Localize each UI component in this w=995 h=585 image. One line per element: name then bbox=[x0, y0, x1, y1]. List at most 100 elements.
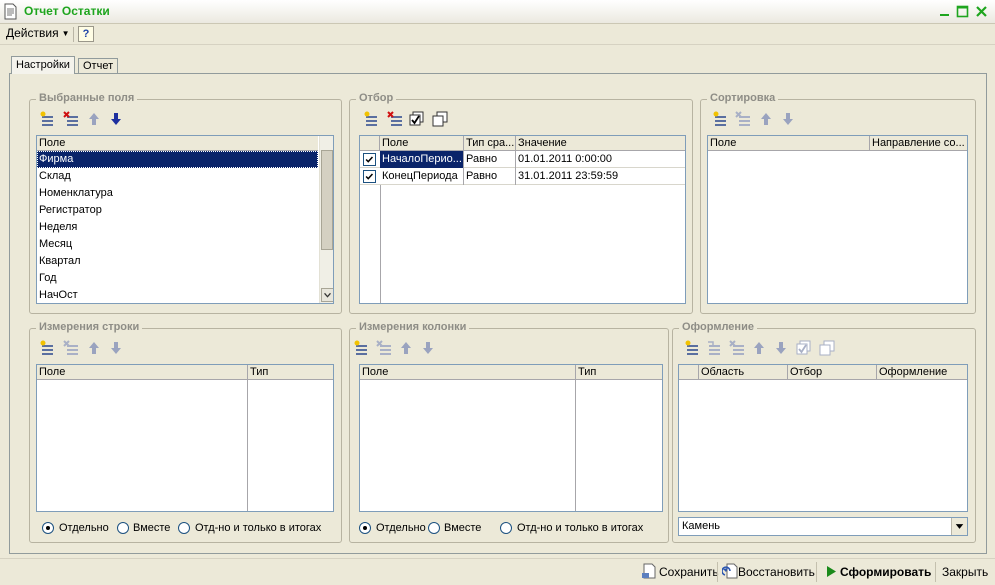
move-up-icon[interactable] bbox=[86, 340, 102, 356]
column-header-field: Поле bbox=[708, 136, 870, 151]
appearance-table[interactable]: Область Отбор Оформление bbox=[678, 364, 968, 512]
delete-filter-icon[interactable] bbox=[387, 111, 403, 127]
toolbar-separator bbox=[717, 562, 718, 582]
column-dimensions-header: Поле Тип bbox=[360, 365, 662, 380]
restore-button[interactable]: Восстановить bbox=[738, 565, 815, 579]
uncheck-all-icon[interactable] bbox=[432, 111, 448, 127]
table-row[interactable]: НачалоПерио... Равно 01.01.2011 0:00:00 bbox=[360, 151, 685, 168]
radio-together[interactable] bbox=[117, 522, 129, 534]
appearance-title: Оформление bbox=[679, 321, 757, 333]
scroll-down-icon[interactable] bbox=[321, 288, 334, 302]
move-down-icon[interactable] bbox=[773, 340, 789, 356]
check-all-icon[interactable] bbox=[409, 111, 425, 127]
list-item[interactable]: Месяц bbox=[37, 236, 318, 253]
dropdown-arrow-icon: ▼ bbox=[61, 29, 70, 38]
move-down-icon[interactable] bbox=[108, 340, 124, 356]
radio-totals-only-label: Отд-но и только в итогах bbox=[195, 522, 322, 534]
list-item[interactable]: Неделя bbox=[37, 219, 318, 236]
toolbar-separator bbox=[816, 562, 817, 582]
grid-divider bbox=[247, 380, 248, 511]
column-dimensions-table[interactable]: Поле Тип bbox=[359, 364, 663, 512]
delete-dimension-icon[interactable] bbox=[63, 340, 79, 356]
maximize-icon[interactable] bbox=[955, 4, 970, 19]
move-down-icon[interactable] bbox=[420, 340, 436, 356]
table-row[interactable]: КонецПериода Равно 31.01.2011 23:59:59 bbox=[360, 168, 685, 185]
delete-dimension-icon[interactable] bbox=[376, 340, 392, 356]
add-dimension-icon[interactable] bbox=[353, 340, 369, 356]
selected-fields-list[interactable]: Поле Фирма Склад Номенклатура Регистрато… bbox=[36, 135, 334, 304]
filter-field-cell[interactable]: НачалоПерио... bbox=[380, 151, 464, 168]
move-up-icon[interactable] bbox=[751, 340, 767, 356]
list-item[interactable]: НачОст bbox=[37, 287, 318, 303]
add-dimension-icon[interactable] bbox=[39, 340, 55, 356]
move-up-icon[interactable] bbox=[398, 340, 414, 356]
add-appearance-icon[interactable] bbox=[684, 340, 700, 356]
column-header-appearance: Оформление bbox=[879, 366, 948, 378]
menu-separator bbox=[73, 27, 74, 42]
sort-table[interactable]: Поле Направление со... bbox=[707, 135, 968, 304]
filter-header: Поле Тип сра... Значение bbox=[360, 136, 685, 151]
list-item[interactable]: Год bbox=[37, 270, 318, 287]
list-item[interactable]: Регистратор bbox=[37, 202, 318, 219]
filter-table[interactable]: Поле Тип сра... Значение НачалоПерио... … bbox=[359, 135, 686, 304]
move-down-icon[interactable] bbox=[780, 111, 796, 127]
delete-sort-icon[interactable] bbox=[735, 111, 751, 127]
toolbar-separator bbox=[935, 562, 936, 582]
tab-report[interactable]: Отчет bbox=[78, 58, 119, 73]
scrollbar-thumb[interactable] bbox=[321, 150, 333, 250]
radio-totals-only[interactable] bbox=[500, 522, 512, 534]
add-filter-icon[interactable] bbox=[363, 111, 379, 127]
generate-button[interactable]: Сформировать bbox=[840, 565, 931, 579]
add-field-icon[interactable] bbox=[39, 111, 55, 127]
column-header-area: Область bbox=[699, 365, 788, 380]
list-item[interactable]: Квартал bbox=[37, 253, 318, 270]
filter-value-cell[interactable]: 31.01.2011 23:59:59 bbox=[516, 168, 685, 185]
list-item[interactable]: Склад bbox=[37, 168, 318, 185]
actions-label: Действия bbox=[6, 26, 59, 40]
delete-appearance-icon[interactable] bbox=[729, 340, 745, 356]
list-item[interactable]: Номенклатура bbox=[37, 185, 318, 202]
close-button[interactable]: Закрыть bbox=[942, 565, 988, 579]
scrollbar[interactable] bbox=[319, 136, 334, 303]
radio-together[interactable] bbox=[428, 522, 440, 534]
window-title: Отчет Остатки bbox=[24, 4, 110, 18]
save-button[interactable]: Сохранить bbox=[659, 565, 719, 579]
radio-totals-only-label: Отд-но и только в итогах bbox=[517, 522, 644, 534]
checkbox-checked-icon[interactable] bbox=[363, 153, 376, 166]
radio-separately[interactable] bbox=[42, 522, 54, 534]
list-item[interactable]: Фирма bbox=[37, 151, 318, 168]
column-header-filter: Отбор bbox=[788, 365, 877, 380]
delete-field-icon[interactable] bbox=[63, 111, 79, 127]
minimize-icon[interactable] bbox=[937, 4, 952, 19]
filter-type-cell[interactable]: Равно bbox=[464, 168, 516, 185]
sort-header: Поле Направление со... bbox=[708, 136, 967, 151]
filter-value-cell[interactable]: 01.01.2011 0:00:00 bbox=[516, 151, 685, 168]
uncheck-all-icon[interactable] bbox=[819, 340, 835, 356]
filter-field-cell[interactable]: КонецПериода bbox=[380, 168, 464, 185]
dropdown-arrow-icon[interactable] bbox=[951, 518, 967, 535]
checkbox-checked-icon[interactable] bbox=[363, 170, 376, 183]
move-up-icon[interactable] bbox=[86, 111, 102, 127]
move-down-icon[interactable] bbox=[108, 111, 124, 127]
help-button[interactable]: ? bbox=[78, 26, 94, 42]
column-header-check bbox=[679, 365, 699, 380]
check-all-icon[interactable] bbox=[796, 340, 812, 356]
radio-together-label: Вместе bbox=[444, 522, 482, 534]
play-icon bbox=[827, 566, 836, 577]
radio-totals-only[interactable] bbox=[178, 522, 190, 534]
style-select[interactable]: Камень bbox=[678, 517, 968, 536]
grid-divider bbox=[575, 380, 576, 511]
column-header-type: Тип bbox=[250, 366, 269, 378]
add-sort-icon[interactable] bbox=[712, 111, 728, 127]
copy-appearance-icon[interactable] bbox=[706, 340, 722, 356]
column-header-value: Значение bbox=[518, 137, 567, 149]
move-up-icon[interactable] bbox=[758, 111, 774, 127]
column-header-compare: Тип сра... bbox=[466, 136, 516, 151]
radio-separately[interactable] bbox=[359, 522, 371, 534]
tab-settings[interactable]: Настройки bbox=[11, 56, 75, 74]
row-dimensions-table[interactable]: Поле Тип bbox=[36, 364, 334, 512]
filter-type-cell[interactable]: Равно bbox=[464, 151, 516, 168]
actions-menu[interactable]: Действия ▼ bbox=[6, 26, 70, 40]
appearance-header: Область Отбор Оформление bbox=[679, 365, 967, 380]
close-icon[interactable] bbox=[974, 4, 989, 19]
